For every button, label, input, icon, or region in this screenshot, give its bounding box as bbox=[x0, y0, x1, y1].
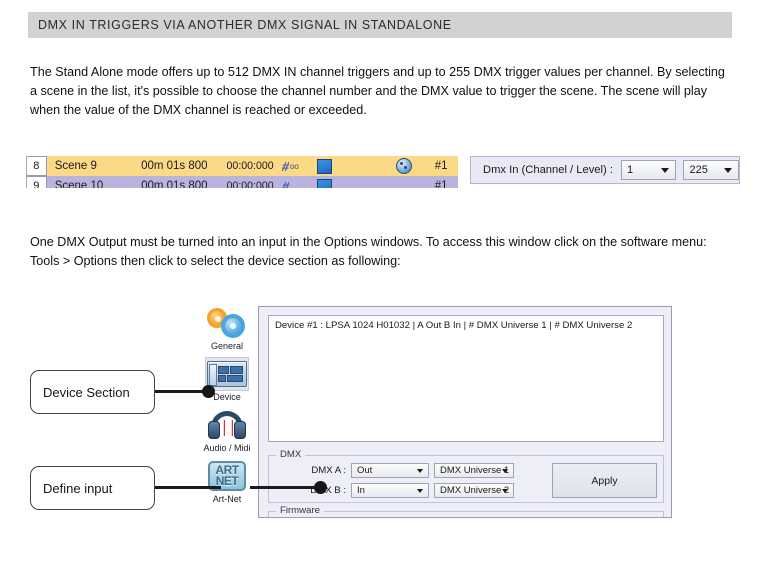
chevron-down-icon bbox=[502, 468, 508, 473]
device-list[interactable]: Device #1 : LPSA 1024 H01032 | A Out B I… bbox=[268, 315, 664, 442]
firmware-groupbox-title: Firmware bbox=[276, 505, 324, 516]
table-row[interactable]: 8 Scene 9 00m 01s 800 00:00:000 # oo #1 bbox=[27, 156, 458, 176]
dmx-in-level-value: 225 bbox=[689, 164, 708, 176]
scene-row-number: 9 bbox=[27, 176, 47, 188]
globe-icon bbox=[395, 158, 412, 174]
page-title: DMX IN TRIGGERS VIA ANOTHER DMX SIGNAL I… bbox=[38, 18, 452, 32]
device-chip bbox=[218, 366, 229, 374]
sidebar-item-label: Audio / Midi bbox=[203, 443, 251, 453]
device-card-bracket bbox=[209, 364, 217, 386]
scene-row-timecode: 00:00:000 bbox=[226, 160, 274, 172]
dmx-b-universe-select[interactable]: DMX Universe 2 bbox=[434, 483, 514, 498]
dmx-in-label: Dmx In (Channel / Level) : bbox=[483, 164, 613, 176]
scene-row-reference: #1 bbox=[434, 180, 448, 188]
dmx-in-channel-select[interactable]: 1 bbox=[620, 160, 677, 180]
dmx-in-channel-value: 1 bbox=[626, 164, 634, 176]
scene-row-duration: 00m 01s 800 bbox=[141, 180, 208, 188]
device-chip bbox=[227, 375, 243, 382]
callout-leader-line bbox=[250, 486, 320, 489]
dmx-b-universe-value: DMX Universe 2 bbox=[440, 485, 510, 496]
scene-row-name: Scene 9 bbox=[54, 160, 97, 172]
callout-endpoint-dot bbox=[202, 385, 215, 398]
callout-label: Define input bbox=[43, 480, 113, 496]
intro-paragraph: The Stand Alone mode offers up to 512 DM… bbox=[30, 65, 725, 117]
scene-row-name: Scene 10 bbox=[54, 180, 104, 188]
apply-button[interactable]: Apply bbox=[552, 463, 657, 498]
blue-square-icon bbox=[317, 178, 333, 188]
callout-leader-line bbox=[155, 486, 221, 489]
blue-square-icon bbox=[317, 158, 333, 174]
section-header-bar: DMX IN TRIGGERS VIA ANOTHER DMX SIGNAL I… bbox=[28, 12, 732, 38]
callout-device-section: Device Section bbox=[30, 370, 155, 414]
dmx-groupbox: DMX DMX A : Out DMX Universe 1 DMX B : I… bbox=[268, 449, 664, 503]
dmx-in-level-select[interactable]: 225 bbox=[683, 160, 739, 180]
device-chip bbox=[218, 375, 226, 382]
chevron-down-icon bbox=[723, 168, 732, 173]
scene-row-color-cell[interactable] bbox=[317, 156, 351, 176]
headphones-icon: ││││ bbox=[207, 411, 247, 439]
dmx-b-mode-value: In bbox=[357, 485, 365, 496]
scene-row-color-cell[interactable] bbox=[317, 176, 351, 188]
sidebar-item-label: Art-Net bbox=[212, 494, 242, 504]
scene-row-trigger-cell[interactable] bbox=[383, 156, 424, 176]
scene-row-reference: #1 bbox=[434, 160, 448, 172]
dmx-a-mode-select[interactable]: Out bbox=[351, 463, 429, 478]
dmx-a-label: DMX A : bbox=[311, 465, 346, 476]
scene-row-number: 8 bbox=[27, 156, 47, 176]
table-row[interactable]: 9 Scene 10 00m 01s 800 00:00:000 # #1 bbox=[27, 176, 458, 188]
sidebar-item-audio-midi[interactable]: ││││ Audio / Midi bbox=[196, 408, 258, 453]
scene-row-loop-cell[interactable]: # bbox=[281, 176, 318, 189]
chevron-down-icon bbox=[661, 168, 670, 173]
scene-list[interactable]: 8 Scene 9 00m 01s 800 00:00:000 # oo #1 … bbox=[26, 156, 458, 188]
page-root: DMX IN TRIGGERS VIA ANOTHER DMX SIGNAL I… bbox=[0, 0, 760, 561]
dmx-a-row: DMX A : Out DMX Universe 1 bbox=[301, 463, 514, 478]
options-sidebar: General Device ││││ bbox=[196, 306, 258, 510]
list-item[interactable]: Device #1 : LPSA 1024 H01032 | A Out B I… bbox=[269, 316, 663, 331]
dmx-in-panel: Dmx In (Channel / Level) : 1 225 bbox=[470, 156, 740, 184]
hash-icon: # bbox=[281, 178, 291, 189]
headphones-earcup-left bbox=[208, 421, 220, 439]
scene-row-loop-suffix: oo bbox=[289, 161, 299, 171]
scene-row-spacer bbox=[351, 176, 383, 188]
scene-row-timecode: 00:00:000 bbox=[226, 180, 274, 188]
options-paragraph: One DMX Output must be turned into an in… bbox=[30, 235, 707, 268]
headphones-earcup-right bbox=[234, 421, 246, 439]
chevron-down-icon bbox=[502, 488, 508, 493]
dmx-b-row: DMX B : In DMX Universe 2 bbox=[301, 483, 514, 498]
dmx-groupbox-title: DMX bbox=[276, 449, 306, 460]
sidebar-item-label: General bbox=[210, 341, 244, 351]
sidebar-item-artnet[interactable]: ART NET Art-Net bbox=[196, 459, 258, 504]
callout-endpoint-dot bbox=[314, 481, 327, 494]
waveform-icon: ││││ bbox=[220, 420, 235, 436]
dmx-a-universe-select[interactable]: DMX Universe 1 bbox=[434, 463, 514, 478]
gear-blue-icon bbox=[221, 314, 245, 338]
dmx-a-universe-value: DMX Universe 1 bbox=[440, 465, 510, 476]
sidebar-item-label: Device bbox=[213, 392, 241, 402]
hash-icon: # bbox=[281, 158, 291, 174]
gears-icon bbox=[207, 308, 247, 338]
callout-label: Device Section bbox=[43, 384, 130, 400]
scene-row-trigger-cell[interactable] bbox=[383, 176, 424, 188]
callout-define-input: Define input bbox=[30, 466, 155, 510]
callout-leader-line bbox=[155, 390, 209, 393]
scene-row-loop-cell[interactable]: # oo bbox=[282, 156, 318, 176]
sidebar-item-general[interactable]: General bbox=[196, 306, 258, 351]
audio-midi-icon-box: ││││ bbox=[205, 408, 249, 442]
scene-row-spacer bbox=[351, 156, 383, 176]
chevron-down-icon bbox=[417, 488, 423, 493]
device-card-icon bbox=[207, 361, 247, 387]
chevron-down-icon bbox=[417, 468, 423, 473]
general-icon-box bbox=[205, 306, 249, 340]
scene-row-duration: 00m 01s 800 bbox=[141, 160, 208, 172]
dmx-b-mode-select[interactable]: In bbox=[351, 483, 429, 498]
dmx-a-mode-value: Out bbox=[357, 465, 373, 476]
device-chip bbox=[230, 366, 243, 374]
firmware-groupbox: Firmware bbox=[268, 505, 664, 517]
